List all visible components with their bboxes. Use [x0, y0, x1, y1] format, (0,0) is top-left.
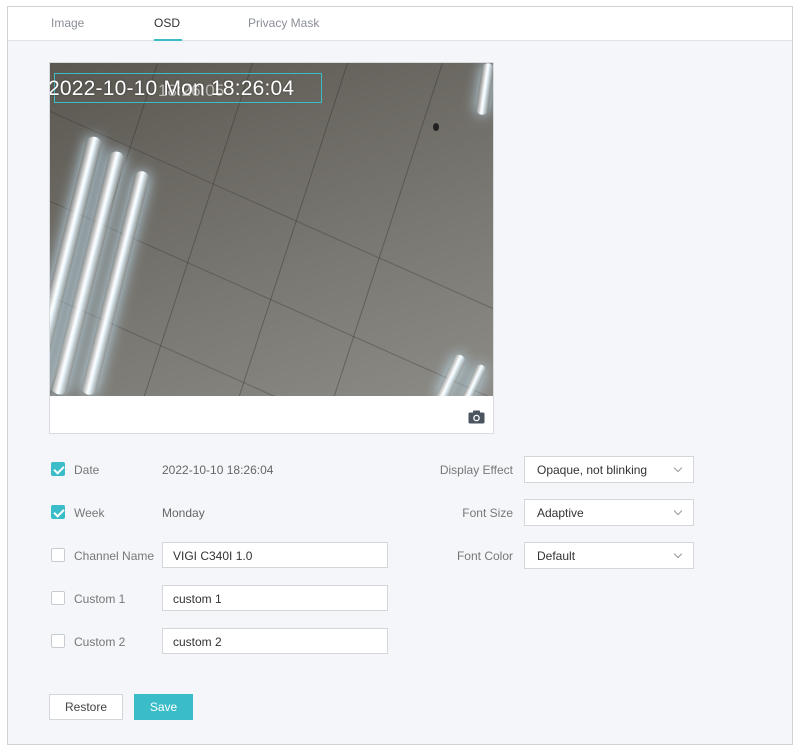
video-preview: 18:26:05 2022-10-10 Mon 18:26:04 — [49, 62, 494, 434]
video-frame: 18:26:05 2022-10-10 Mon 18:26:04 — [50, 63, 493, 396]
chevron-down-icon — [673, 506, 683, 516]
font-size-select[interactable]: Adaptive — [524, 499, 694, 526]
tab-privacy-mask[interactable]: Privacy Mask — [248, 16, 319, 30]
display-effect-label: Display Effect — [439, 463, 513, 477]
font-color-value: Default — [537, 549, 576, 563]
channel-name-label: Channel Name — [74, 549, 155, 563]
date-checkbox[interactable] — [51, 462, 65, 476]
display-effect-select[interactable]: Opaque, not blinking — [524, 456, 694, 483]
font-color-label: Font Color — [456, 549, 513, 563]
display-effect-value: Opaque, not blinking — [537, 463, 648, 477]
ceiling-fixture — [433, 123, 439, 131]
custom2-input[interactable]: custom 2 — [162, 628, 388, 654]
active-tab-indicator — [154, 39, 182, 41]
week-value: Monday — [162, 506, 205, 520]
chevron-down-icon — [673, 549, 683, 559]
week-checkbox[interactable] — [51, 505, 65, 519]
custom1-input[interactable]: custom 1 — [162, 585, 388, 611]
custom2-label: Custom 2 — [74, 635, 126, 649]
week-label: Week — [74, 506, 105, 520]
date-value: 2022-10-10 18:26:04 — [162, 463, 274, 477]
channel-name-checkbox[interactable] — [51, 548, 65, 562]
tab-bar: Image OSD Privacy Mask — [8, 7, 792, 41]
osd-settings-panel: Image OSD Privacy Mask 18:26:05 2022-10-… — [7, 6, 793, 745]
osd-overlay-text[interactable]: 2022-10-10 Mon 18:26:04 — [50, 77, 294, 101]
tab-image[interactable]: Image — [51, 16, 84, 30]
restore-button[interactable]: Restore — [49, 694, 123, 720]
custom2-checkbox[interactable] — [51, 634, 65, 648]
date-label: Date — [74, 463, 100, 477]
save-button[interactable]: Save — [134, 694, 193, 720]
tab-osd[interactable]: OSD — [154, 16, 180, 30]
font-size-label: Font Size — [462, 506, 513, 520]
camera-icon[interactable] — [468, 410, 485, 424]
custom1-checkbox[interactable] — [51, 591, 65, 605]
font-size-value: Adaptive — [537, 506, 584, 520]
custom1-label: Custom 1 — [74, 592, 126, 606]
font-color-select[interactable]: Default — [524, 542, 694, 569]
channel-name-input[interactable]: VIGI C340I 1.0 — [162, 542, 388, 568]
chevron-down-icon — [673, 463, 683, 473]
